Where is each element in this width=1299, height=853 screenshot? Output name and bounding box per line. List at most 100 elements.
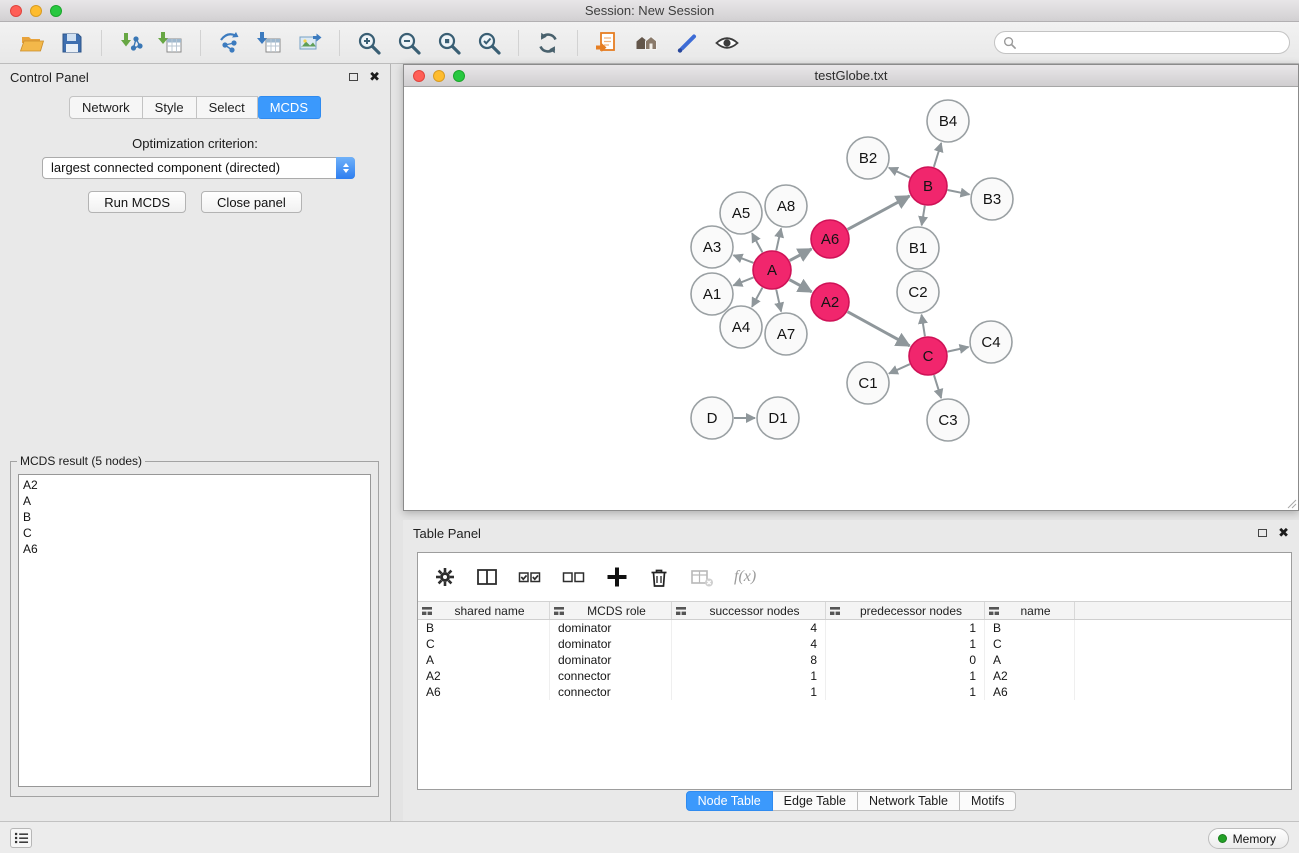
table-settings-button[interactable] [434,566,456,588]
graph-edge-B-B2[interactable] [889,168,910,178]
run-mcds-button[interactable]: Run MCDS [88,191,186,213]
add-column-button[interactable] [606,566,628,588]
memory-button[interactable]: Memory [1208,828,1289,849]
column-header-MCDS-role[interactable]: MCDS role [550,602,672,619]
float-panel-icon[interactable] [349,73,358,81]
tab-select[interactable]: Select [197,96,258,119]
delete-table-button-disabled [690,566,714,588]
save-session-button[interactable] [52,25,92,61]
network-window-titlebar[interactable]: testGlobe.txt [404,65,1298,87]
graph-edge-C-C3[interactable] [934,375,941,398]
tab-node-table[interactable]: Node Table [686,791,773,811]
zoom-fit-icon [436,30,462,56]
table-row-A2[interactable]: A2connector11A2 [418,668,1291,684]
delete-column-button[interactable] [648,566,670,588]
close-network-button[interactable] [413,70,425,82]
import-network-button[interactable] [111,25,151,61]
table-row-A[interactable]: Adominator80A [418,652,1291,668]
eye-button[interactable] [707,25,747,61]
minimize-window-button[interactable] [30,5,42,17]
graph-edge-C-C2[interactable] [922,315,925,337]
graph-edge-A-A4[interactable] [752,288,762,307]
table-row-B[interactable]: Bdominator41B [418,620,1291,636]
float-table-panel-icon[interactable] [1258,529,1267,537]
control-panel-tabs: Network Style Select MCDS [0,96,390,119]
graph-edge-A2-C[interactable] [848,312,910,346]
window-controls [10,5,62,17]
graph-edge-A-A8[interactable] [776,228,781,250]
panel-menu-button[interactable] [10,828,32,848]
table-cell: A [985,652,1075,668]
marker-button[interactable] [667,25,707,61]
import-table-button[interactable] [151,25,191,61]
zoom-selected-button[interactable] [469,25,509,61]
mcds-result-item-C[interactable]: C [23,525,370,541]
zoom-out-icon [396,30,422,56]
zoom-fit-button[interactable] [429,25,469,61]
maximize-window-button[interactable] [50,5,62,17]
maximize-network-button[interactable] [453,70,465,82]
graph-edge-A-A5[interactable] [752,233,762,252]
toolbar-separator [339,30,340,56]
mcds-result-list[interactable]: A2ABCA6 [18,474,371,787]
tab-network[interactable]: Network [69,96,143,119]
tab-style[interactable]: Style [143,96,197,119]
export-network-button[interactable] [210,25,250,61]
close-panel-button[interactable]: Close panel [201,191,302,213]
graph-edge-A-A7[interactable] [776,290,781,312]
graph-edge-B-B1[interactable] [922,206,925,226]
minimize-network-button[interactable] [433,70,445,82]
tab-network-table[interactable]: Network Table [858,791,960,811]
houses-button[interactable] [627,25,667,61]
graph-node-label: C [923,348,934,365]
table-row-A6[interactable]: A6connector11A6 [418,684,1291,700]
close-window-button[interactable] [10,5,22,17]
graph-edge-C-C1[interactable] [889,364,910,373]
tab-edge-table[interactable]: Edge Table [773,791,858,811]
criterion-dropdown[interactable]: largest connected component (directed) [42,157,355,179]
network-canvas[interactable]: B4B2BB3A5A8A6B1A3AC2A1A2A4A7CC4C1C3DD1 [404,87,1298,510]
graph-node-label: A2 [821,294,839,311]
unselect-all-button[interactable] [562,566,586,588]
graph-edge-B-B3[interactable] [948,190,970,194]
show-columns-button[interactable] [476,566,498,588]
mcds-result-item-B[interactable]: B [23,509,370,525]
close-table-panel-icon[interactable]: ✖ [1278,528,1289,538]
tab-mcds[interactable]: MCDS [258,96,321,119]
mcds-result-item-A2[interactable]: A2 [23,477,370,493]
zoom-out-button[interactable] [389,25,429,61]
function-builder-button[interactable]: f(x) [734,568,756,586]
export-image-button[interactable] [290,25,330,61]
column-header-name[interactable]: name [985,602,1075,619]
column-header-predecessor-nodes[interactable]: predecessor nodes [826,602,985,619]
close-panel-icon[interactable]: ✖ [369,72,380,82]
search-field[interactable] [994,31,1290,54]
refresh-icon [535,30,561,56]
graph-edge-A-A6[interactable] [790,249,812,261]
table-cell: dominator [550,636,672,652]
graph-edge-A-A2[interactable] [790,280,812,292]
export-table-icon [257,30,283,56]
graph-edge-A-A3[interactable] [733,255,753,263]
table-cell: 1 [672,684,826,700]
search-input[interactable] [1021,36,1281,50]
graph-edge-A6-B[interactable] [848,196,910,229]
export-table-button[interactable] [250,25,290,61]
document-button[interactable] [587,25,627,61]
refresh-button[interactable] [528,25,568,61]
table-row-C[interactable]: Cdominator41C [418,636,1291,652]
table-cell: B [418,620,550,636]
mcds-result-item-A[interactable]: A [23,493,370,509]
graph-edge-C-C4[interactable] [948,347,969,352]
column-header-successor-nodes[interactable]: successor nodes [672,602,826,619]
tab-motifs[interactable]: Motifs [960,791,1016,811]
column-header-shared-name[interactable]: shared name [418,602,550,619]
graph-edge-B-B4[interactable] [934,143,941,167]
import-network-icon [118,30,144,56]
mcds-result-item-A6[interactable]: A6 [23,541,370,557]
select-all-button[interactable] [518,566,542,588]
graph-edge-A-A1[interactable] [733,277,753,285]
zoom-in-button[interactable] [349,25,389,61]
open-file-button[interactable] [12,25,52,61]
resize-grip-icon[interactable] [1286,498,1297,509]
